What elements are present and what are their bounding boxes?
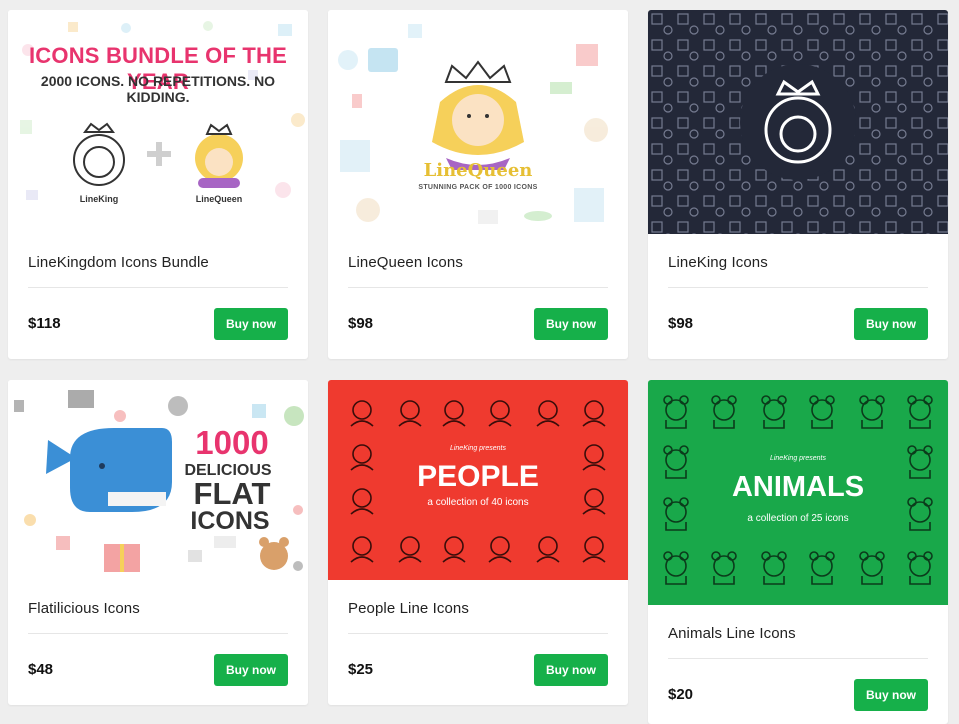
buy-now-button[interactable]: Buy now xyxy=(854,679,928,711)
product-price: $48 xyxy=(28,661,54,678)
product-title[interactable]: Flatilicious Icons xyxy=(28,600,140,617)
flatilicious-line4: ICONS xyxy=(190,507,270,535)
product-thumbnail[interactable]: ICONS BUNDLE OF THE YEAR 2000 ICONS. NO … xyxy=(8,10,308,234)
linequeen-tagline: STUNNING PACK OF 1000 ICONS xyxy=(418,184,538,191)
divider xyxy=(668,658,928,659)
animals-presents: LineKing presents xyxy=(769,455,827,462)
buy-now-button[interactable]: Buy now xyxy=(214,308,288,340)
product-card-animals[interactable]: LineKing presents ANIMALS a collection o… xyxy=(648,380,948,724)
divider xyxy=(28,287,288,288)
bundle-subline: 2000 ICONS. NO REPETITIONS. NO KIDDING. xyxy=(40,73,276,105)
product-card-people[interactable]: LineKing presents PEOPLE a collection of… xyxy=(328,380,628,705)
product-title[interactable]: LineKing Icons xyxy=(668,254,768,271)
buy-now-button[interactable]: Buy now xyxy=(534,308,608,340)
people-sub: a collection of 40 icons xyxy=(427,497,529,508)
product-price: $25 xyxy=(348,661,374,678)
product-card-flatilicious[interactable]: 1000 DELICIOUS FLAT ICONS Flatilicious I… xyxy=(8,380,308,705)
people-presents: LineKing presents xyxy=(449,445,507,452)
product-title[interactable]: LineQueen Icons xyxy=(348,254,463,271)
lineking-artwork xyxy=(648,10,948,234)
animals-headline: ANIMALS xyxy=(731,471,865,503)
animals-sub: a collection of 25 icons xyxy=(747,513,849,524)
buy-now-button[interactable]: Buy now xyxy=(534,654,608,686)
divider xyxy=(668,287,928,288)
flatilicious-line1: 1000 xyxy=(195,424,269,461)
divider xyxy=(348,633,608,634)
product-title[interactable]: Animals Line Icons xyxy=(668,625,796,642)
product-price: $20 xyxy=(668,686,694,703)
product-price: $98 xyxy=(668,315,694,332)
product-title[interactable]: People Line Icons xyxy=(348,600,469,617)
product-thumbnail[interactable]: 1000 DELICIOUS FLAT ICONS xyxy=(8,380,308,580)
product-price: $118 xyxy=(28,315,61,332)
linequeen-label: LineQueen xyxy=(195,194,243,204)
divider xyxy=(348,287,608,288)
linequeen-brand: LineQueen xyxy=(423,160,533,181)
buy-now-button[interactable]: Buy now xyxy=(854,308,928,340)
product-card-linequeen[interactable]: LineQueen STUNNING PACK OF 1000 ICONS Li… xyxy=(328,10,628,359)
product-price: $98 xyxy=(348,315,374,332)
product-card-linekingdom[interactable]: ICONS BUNDLE OF THE YEAR 2000 ICONS. NO … xyxy=(8,10,308,359)
product-thumbnail[interactable]: LineKing presents PEOPLE a collection of… xyxy=(328,380,628,580)
linequeen-artwork xyxy=(338,24,608,224)
buy-now-button[interactable]: Buy now xyxy=(214,654,288,686)
lineking-label: LineKing xyxy=(79,194,119,204)
product-thumbnail[interactable]: LineQueen STUNNING PACK OF 1000 ICONS xyxy=(328,10,628,234)
product-thumbnail[interactable] xyxy=(648,10,948,234)
product-thumbnail[interactable]: LineKing presents ANIMALS a collection o… xyxy=(648,380,948,605)
divider xyxy=(28,633,288,634)
product-title[interactable]: LineKingdom Icons Bundle xyxy=(28,254,209,271)
people-headline: PEOPLE xyxy=(417,460,539,493)
product-card-lineking[interactable]: LineKing Icons $98 Buy now xyxy=(648,10,948,359)
